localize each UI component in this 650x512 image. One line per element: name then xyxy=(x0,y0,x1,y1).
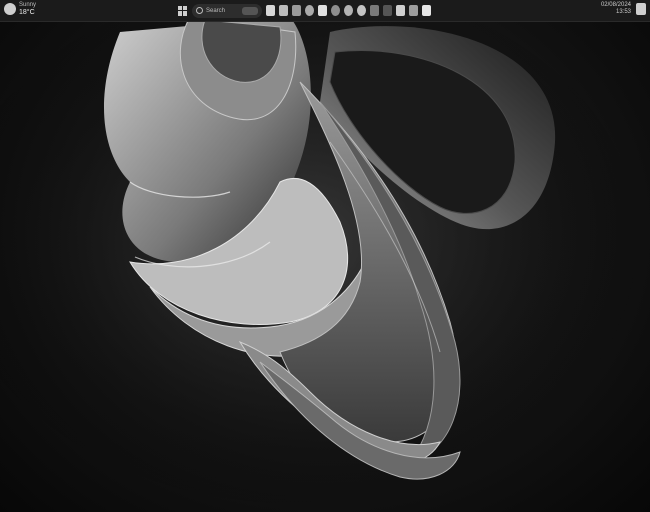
clock-date: 02/08/2024 xyxy=(600,2,631,8)
clock[interactable]: 02/08/2024 13:53 xyxy=(601,2,631,16)
store-icon[interactable] xyxy=(279,5,288,16)
taskbar: Sunny 18°C Search 02/08/2024 13:53 xyxy=(0,0,650,22)
teams-icon[interactable] xyxy=(331,5,340,16)
edge-icon[interactable] xyxy=(305,5,314,16)
spotify-icon[interactable] xyxy=(344,5,353,16)
chrome-icon[interactable] xyxy=(318,5,327,16)
file-explorer-icon[interactable] xyxy=(266,5,275,16)
mail-icon[interactable] xyxy=(292,5,301,16)
photos-icon[interactable] xyxy=(383,5,392,16)
sun-icon xyxy=(4,3,16,15)
settings-icon[interactable] xyxy=(357,5,366,16)
weather-condition: Sunny xyxy=(19,2,37,8)
desktop-wallpaper xyxy=(0,22,650,512)
word-icon[interactable] xyxy=(396,5,405,16)
search-icon xyxy=(196,7,203,14)
terminal-icon[interactable] xyxy=(422,5,431,16)
weather-widget[interactable]: Sunny 18°C xyxy=(4,2,36,16)
excel-icon[interactable] xyxy=(409,5,418,16)
system-tray: 02/08/2024 13:53 xyxy=(601,2,646,16)
start-button[interactable] xyxy=(178,5,188,16)
weather-temperature: 18°C xyxy=(19,9,35,16)
taskbar-center: Search xyxy=(178,2,431,19)
notification-icon[interactable] xyxy=(636,3,646,15)
clock-time: 13:53 xyxy=(615,9,631,15)
search-placeholder: Search xyxy=(206,7,226,14)
search-box[interactable]: Search xyxy=(192,3,262,18)
vscode-icon[interactable] xyxy=(370,5,379,16)
search-highlight-icon xyxy=(242,6,258,15)
